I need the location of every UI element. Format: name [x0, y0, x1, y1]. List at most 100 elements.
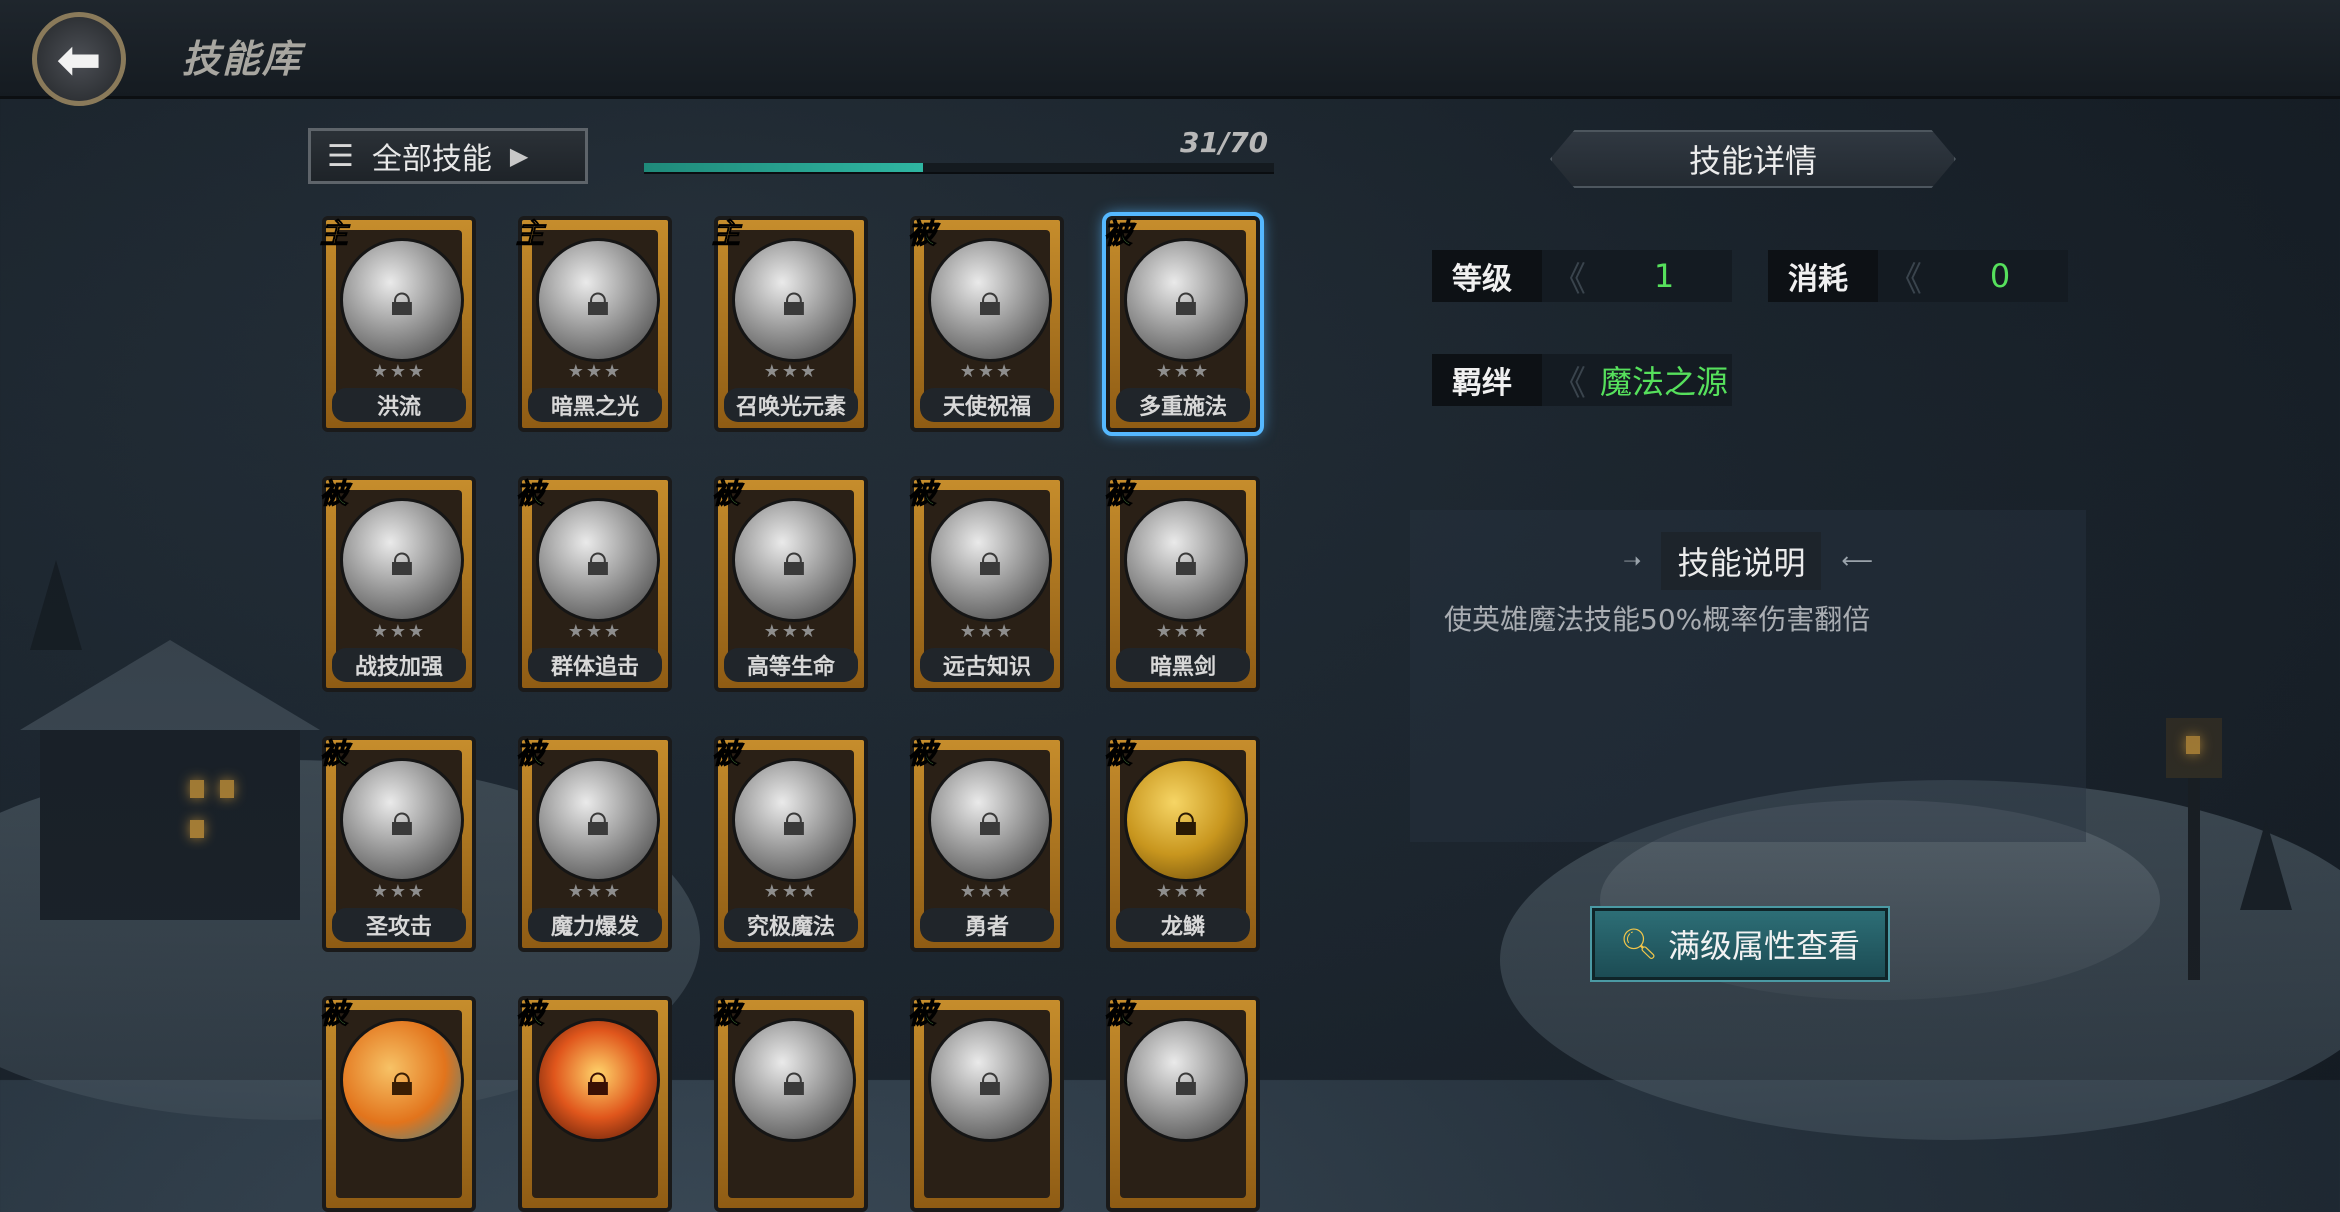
star-rating: ★★★	[1155, 621, 1211, 642]
skill-card[interactable]: 🔒︎ 被	[319, 996, 476, 1212]
skill-card[interactable]: 🔒︎ 被	[907, 996, 1064, 1212]
rainbow-icon: 🔒︎	[928, 238, 1052, 362]
tentacle-icon: 🔒︎	[536, 498, 660, 622]
star-rating: ★★★	[1155, 361, 1211, 382]
skill-grid: 🔒︎ ★★★ 洪流主 🔒︎ ★★★ 暗黑之光主 🔒︎ ★★★ 召唤光元素主 🔒︎ ★★★ 天使祝福被 🔒…	[319, 212, 1266, 1212]
skill-filter-dropdown[interactable]: ☰ 全部技能 ▶	[308, 128, 588, 184]
lock-icon: 🔒︎	[1174, 534, 1198, 586]
description-title-text: 技能说明	[1661, 532, 1822, 590]
star-rating: ★★★	[763, 361, 819, 382]
statue-icon: 🔒︎	[928, 1018, 1052, 1142]
hands-icon: 🔒︎	[1124, 238, 1248, 362]
skill-type-badge: 被	[515, 997, 545, 1031]
tome-icon: 🔒︎	[928, 498, 1052, 622]
wave-icon: 🔒︎	[340, 238, 464, 362]
skill-name: 多重施法	[1116, 388, 1250, 422]
skill-card[interactable]: 🔒︎ 被	[1103, 996, 1260, 1212]
skill-name: 群体追击	[528, 648, 662, 682]
magnifier-icon: 🔍︎	[1619, 926, 1659, 962]
skill-card[interactable]: 🔒︎ ★★★ 洪流 主	[319, 216, 476, 432]
star-rating: ★★★	[763, 881, 819, 902]
skill-name: 圣攻击	[332, 908, 466, 942]
collection-progress-bar	[644, 163, 1274, 174]
collection-count: 31/70	[1180, 126, 1269, 159]
lock-icon: 🔒︎	[390, 274, 414, 326]
lock-icon: 🔒︎	[390, 1054, 414, 1106]
skill-name: 勇者	[920, 908, 1054, 942]
lock-icon: 🔒︎	[1174, 794, 1198, 846]
skill-type-badge: 被	[907, 737, 937, 771]
skill-card[interactable]: 🔒︎ ★★★ 远古知识 被	[907, 476, 1064, 692]
skill-card[interactable]: 🔒︎ ★★★ 龙鳞 被	[1103, 736, 1260, 952]
lock-icon: 🔒︎	[586, 274, 610, 326]
star-rating: ★★★	[959, 621, 1015, 642]
knight-icon: 🔒︎	[928, 758, 1052, 882]
skill-name: 龙鳞	[1116, 908, 1250, 942]
skill-type-badge: 被	[515, 737, 545, 771]
skill-card[interactable]: 🔒︎ ★★★ 究极魔法 被	[711, 736, 868, 952]
list-icon: ☰	[327, 138, 354, 174]
skill-card[interactable]: 🔒︎ ★★★ 天使祝福 被	[907, 216, 1064, 432]
claw-icon: 🔒︎	[340, 498, 464, 622]
skill-name: 洪流	[332, 388, 466, 422]
skill-type-badge: 被	[907, 477, 937, 511]
cost-value: 0	[1989, 257, 2011, 295]
filter-label: 全部技能	[371, 142, 492, 177]
dark-sword-icon: 🔒︎	[1124, 498, 1248, 622]
skill-card[interactable]: 🔒︎ ★★★ 暗黑剑 被	[1103, 476, 1260, 692]
fruit-icon: 🔒︎	[340, 1018, 464, 1142]
skill-card[interactable]: 🔒︎ ★★★ 魔力爆发 被	[515, 736, 672, 952]
back-arrow-icon: ⬅	[56, 27, 102, 91]
skill-type-badge: 主	[319, 217, 349, 251]
cost-label: 消耗	[1768, 250, 1878, 302]
star-rating: ★★★	[763, 621, 819, 642]
skill-name: 究极魔法	[724, 908, 858, 942]
lock-icon: 🔒︎	[978, 534, 1002, 586]
progress-fill	[644, 163, 924, 172]
arrow-right-deco-icon: ⟵	[1841, 548, 1873, 574]
skill-card[interactable]: 🔒︎ ★★★ 召唤光元素 主	[711, 216, 868, 432]
skill-type-badge: 被	[1103, 217, 1133, 251]
dragon-icon: 🔒︎	[1124, 758, 1248, 882]
lock-icon: 🔒︎	[586, 794, 610, 846]
chevron-left-icon: 《	[1552, 363, 1586, 404]
skill-card[interactable]: 🔒︎ ★★★ 群体追击 被	[515, 476, 672, 692]
lock-icon: 🔒︎	[782, 534, 806, 586]
skill-type-badge: 被	[907, 217, 937, 251]
skill-card[interactable]: 🔒︎ ★★★ 暗黑之光 主	[515, 216, 672, 432]
skill-card[interactable]: 🔒︎ ★★★ 战技加强 被	[319, 476, 476, 692]
yin-yang-icon: 🔒︎	[732, 238, 856, 362]
skill-type-badge: 被	[319, 737, 349, 771]
back-button[interactable]: ⬅	[32, 12, 126, 106]
lock-icon: 🔒︎	[782, 1054, 806, 1106]
skill-card[interactable]: 🔒︎ ★★★ 多重施法 被	[1102, 212, 1264, 436]
dark-orb-icon: 🔒︎	[536, 238, 660, 362]
skill-type-badge: 被	[1103, 997, 1133, 1031]
description-text: 使英雄魔法技能50%概率伤害翻倍	[1444, 603, 1871, 636]
lock-icon: 🔒︎	[978, 274, 1002, 326]
star-rating: ★★★	[567, 621, 623, 642]
level-label: 等级	[1432, 250, 1542, 302]
chevron-left-icon: 《	[1888, 259, 1922, 300]
star-rating: ★★★	[567, 361, 623, 382]
view-max-level-label: 满级属性查看	[1668, 927, 1861, 965]
description-panel: ➝ 技能说明 ⟵ 使英雄魔法技能50%概率伤害翻倍	[1410, 510, 2086, 842]
detail-header: 技能详情	[1550, 130, 1956, 188]
top-bar: ⬅ 技能库	[0, 0, 2340, 106]
skill-card[interactable]: 🔒︎ ★★★ 高等生命 被	[711, 476, 868, 692]
skill-card[interactable]: 🔒︎ ★★★ 勇者 被	[907, 736, 1064, 952]
bond-stat: 羁绊 《 魔法之源	[1432, 354, 1732, 406]
view-max-level-button[interactable]: 🔍︎ 满级属性查看	[1590, 906, 1890, 982]
skill-card[interactable]: 🔒︎ 被	[515, 996, 672, 1212]
skill-card[interactable]: 🔒︎ ★★★ 圣攻击 被	[319, 736, 476, 952]
fire-book-icon: 🔒︎	[536, 1018, 660, 1142]
lock-icon: 🔒︎	[782, 274, 806, 326]
beast-icon: 🔒︎	[1124, 1018, 1248, 1142]
star-rating: ★★★	[371, 361, 427, 382]
play-arrow-icon: ▶	[509, 142, 529, 170]
skill-card[interactable]: 🔒︎ 被	[711, 996, 868, 1212]
lock-icon: 🔒︎	[586, 534, 610, 586]
star-rating: ★★★	[371, 621, 427, 642]
star-rating: ★★★	[959, 361, 1015, 382]
skill-name: 暗黑剑	[1116, 648, 1250, 682]
